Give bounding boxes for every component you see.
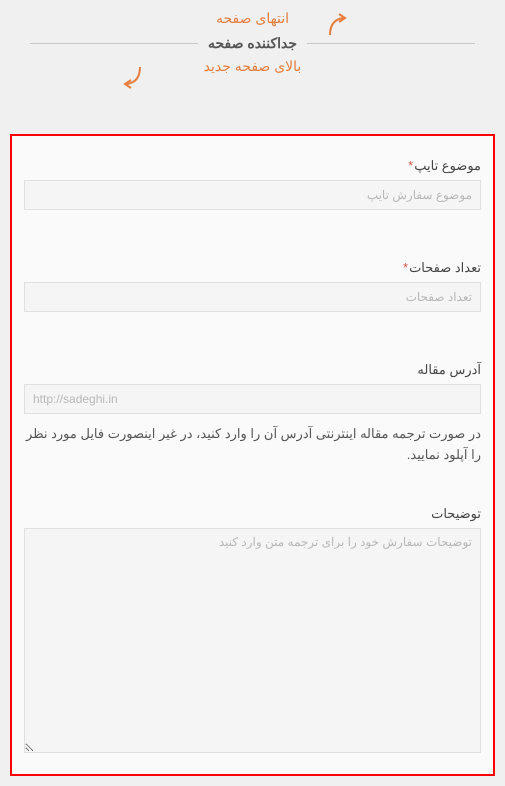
separator-label: جداکننده صفحه <box>208 35 297 52</box>
arrow-down-icon <box>115 62 145 92</box>
order-form: موضوع تایپ* تعداد صفحات* آدرس مقاله در ص… <box>10 134 495 776</box>
url-input[interactable] <box>24 384 481 414</box>
end-page-label: انتهای صفحه <box>216 10 289 27</box>
separator-row: جداکننده صفحه <box>30 35 475 52</box>
field-pages: تعداد صفحات* <box>24 260 481 312</box>
subject-label: موضوع تایپ* <box>24 158 481 174</box>
description-label: توضیحات <box>24 506 481 522</box>
required-mark: * <box>403 260 408 275</box>
field-url: آدرس مقاله در صورت ترجمه مقاله اینترنتی … <box>24 362 481 466</box>
field-description: توضیحات <box>24 506 481 758</box>
description-textarea[interactable] <box>24 528 481 753</box>
separator-line-left <box>307 43 475 44</box>
url-label: آدرس مقاله <box>24 362 481 378</box>
field-subject: موضوع تایپ* <box>24 158 481 210</box>
subject-label-text: موضوع تایپ <box>414 158 481 173</box>
separator-line-right <box>30 43 198 44</box>
url-help-text: در صورت ترجمه مقاله اینترنتی آدرس آن را … <box>24 424 481 466</box>
pages-input[interactable] <box>24 282 481 312</box>
new-page-label: بالای صفحه جدید <box>204 58 302 75</box>
pages-label-text: تعداد صفحات <box>409 260 481 275</box>
page-break-diagram: انتهای صفحه جداکننده صفحه بالای صفحه جدی… <box>0 0 505 76</box>
required-mark: * <box>408 158 413 173</box>
pages-label: تعداد صفحات* <box>24 260 481 276</box>
subject-input[interactable] <box>24 180 481 210</box>
arrow-up-icon <box>325 10 355 40</box>
